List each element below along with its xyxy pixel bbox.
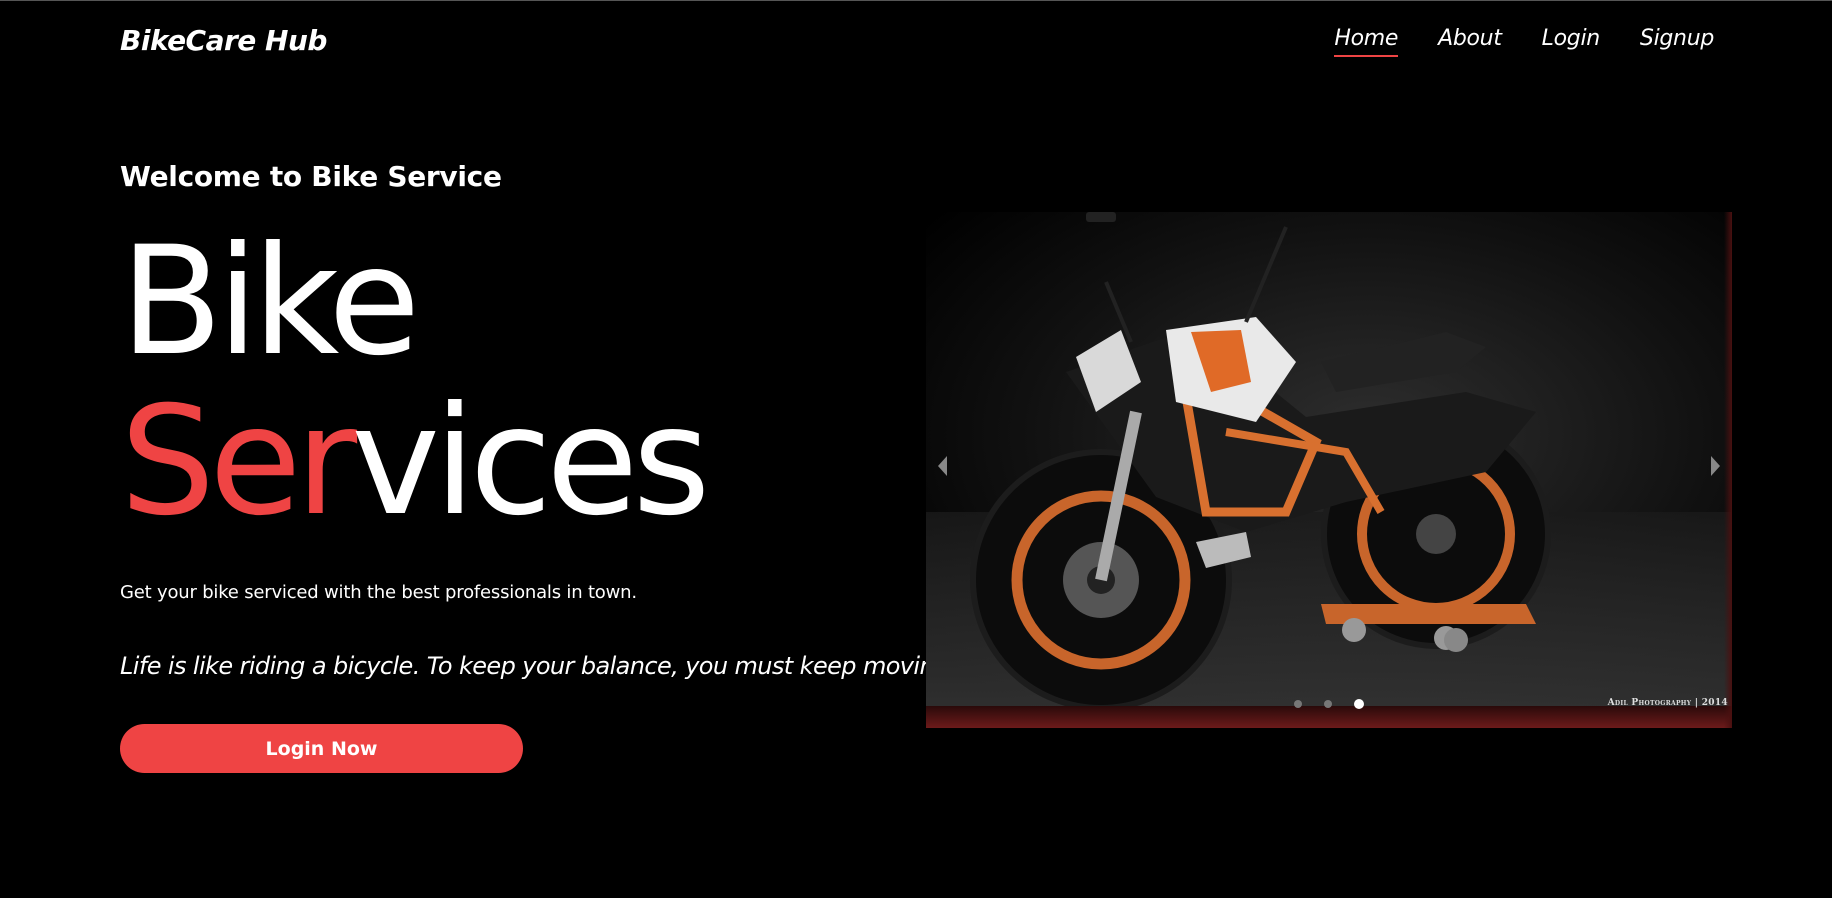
photo-credit: Adil Photography | 2014	[1607, 698, 1728, 708]
chevron-right-icon[interactable]	[1711, 456, 1720, 476]
carousel-indicators	[1294, 699, 1364, 709]
welcome-heading: Welcome to Bike Service	[120, 160, 502, 193]
hero-title: Bike Services	[120, 222, 711, 542]
hero-title-rest: vices	[351, 375, 710, 549]
carousel-dot-2[interactable]	[1324, 700, 1332, 708]
hero-title-line1: Bike	[120, 215, 420, 389]
nav-link-home[interactable]: Home	[1334, 26, 1398, 57]
carousel-bottom-band	[926, 706, 1732, 728]
nav-links: Home About Login Signup	[1334, 26, 1714, 57]
motorcycle-image	[926, 212, 1732, 706]
hero-quote: Life is like riding a bicycle. To keep y…	[120, 652, 956, 680]
login-now-button[interactable]: Login Now	[120, 724, 523, 773]
navbar: BikeCare Hub Home About Login Signup	[0, 0, 1832, 84]
chevron-left-icon[interactable]	[938, 456, 947, 476]
carousel-right-edge	[1724, 212, 1732, 728]
carousel-dot-1[interactable]	[1294, 700, 1302, 708]
carousel-dot-3[interactable]	[1354, 699, 1364, 709]
nav-link-about[interactable]: About	[1438, 26, 1502, 57]
nav-link-login[interactable]: Login	[1542, 26, 1601, 57]
image-carousel: Adil Photography | 2014	[926, 212, 1732, 728]
brand-logo[interactable]: BikeCare Hub	[120, 24, 327, 57]
nav-link-signup[interactable]: Signup	[1640, 26, 1714, 57]
hero-subtext: Get your bike serviced with the best pro…	[120, 582, 637, 603]
hero-title-accent: Ser	[120, 375, 357, 549]
